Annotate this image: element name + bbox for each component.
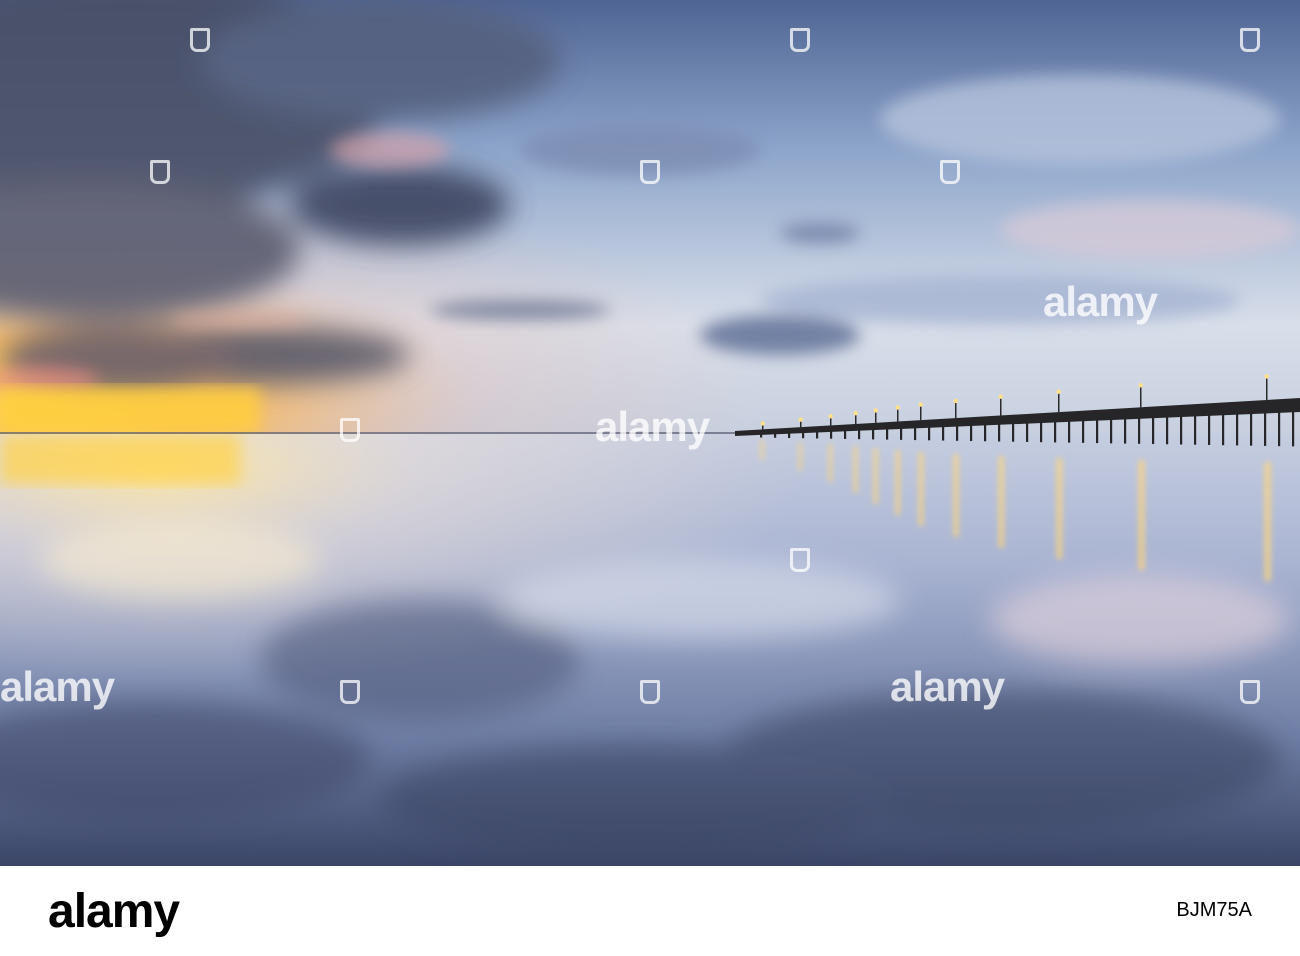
lamp-light — [895, 405, 900, 410]
lamp-reflection — [828, 444, 833, 482]
pier-piling — [942, 422, 945, 441]
pier-piling — [1166, 409, 1169, 445]
lamp-light — [918, 402, 923, 407]
watermark-mark-icon — [1240, 680, 1260, 704]
pier-piling — [900, 425, 903, 440]
watermark: alamy — [1043, 278, 1158, 325]
lamp-reflection — [953, 454, 959, 537]
lamp-light — [1056, 389, 1061, 394]
pier-piling — [956, 422, 959, 441]
pier-piling — [1180, 409, 1183, 445]
lamp-light — [1138, 383, 1143, 388]
watermark: alamy — [0, 663, 115, 710]
pier-piling — [1194, 408, 1197, 445]
photograph: alamy alamy alamy alamy — [0, 0, 1300, 866]
pier-piling — [1236, 405, 1239, 446]
pier-piling — [858, 427, 861, 440]
pier-piling — [844, 428, 847, 439]
pier-piling — [886, 426, 889, 440]
pier-piling — [1082, 414, 1085, 443]
lamp-reflection — [1056, 458, 1063, 559]
watermark-mark-icon — [1240, 28, 1260, 52]
lamp-light — [760, 421, 765, 426]
lamp-reflection — [918, 452, 924, 526]
watermark-mark-icon — [940, 160, 960, 184]
pier-piling — [914, 424, 917, 441]
pier-piling — [1152, 410, 1155, 445]
watermark-mark-icon — [340, 418, 360, 442]
pier-piling — [830, 429, 833, 439]
lamp-light — [798, 417, 803, 422]
watermark-mark-icon — [640, 680, 660, 704]
pier-piling — [802, 431, 805, 439]
lamp-light — [998, 394, 1003, 399]
lamp-reflection — [760, 440, 764, 460]
pier-piling — [1208, 407, 1211, 445]
watermark-mark-icon — [150, 160, 170, 184]
pier-piling — [1264, 404, 1267, 446]
pier-piling — [1054, 416, 1057, 443]
pier-piling — [1292, 402, 1295, 447]
pier-piling — [1250, 404, 1253, 446]
lamp-reflection — [1138, 460, 1145, 570]
lamp-post — [920, 404, 922, 421]
pier-piling — [788, 431, 791, 439]
lamp-post — [1266, 376, 1268, 400]
lamp-post — [955, 400, 957, 419]
watermark-mark-icon — [790, 28, 810, 52]
lamp-reflection — [853, 446, 858, 493]
watermark-mark-icon — [640, 160, 660, 184]
lamp-light — [828, 414, 833, 419]
image-id: BJM75A — [1176, 899, 1252, 921]
pier-piling — [1222, 406, 1225, 446]
pier-piling — [1278, 403, 1281, 447]
lamp-reflection — [1264, 462, 1271, 581]
stock-footer: alamy BJM75A — [0, 866, 1300, 956]
watermark-mark-icon — [340, 680, 360, 704]
pier-piling — [984, 420, 987, 442]
pier-piling — [872, 426, 875, 440]
pier-piling — [1068, 415, 1071, 443]
lamp-reflection — [895, 450, 900, 515]
watermark: alamy — [595, 403, 710, 450]
pier-piling — [1026, 418, 1029, 442]
pier-piling — [760, 433, 763, 438]
watermark-mark-icon — [190, 28, 210, 52]
lamp-light — [1264, 374, 1269, 379]
lamp-light — [873, 408, 878, 413]
lamp-post — [1000, 396, 1002, 416]
pier-piling — [1012, 418, 1015, 442]
pier-piling — [970, 421, 973, 442]
pier-piling — [928, 423, 931, 441]
pier-piling — [1110, 413, 1113, 444]
watermark-mark-icon — [790, 548, 810, 572]
pier-piling — [998, 419, 1001, 442]
lamp-light — [953, 398, 958, 404]
pier-piling — [816, 430, 819, 439]
pier-piling — [1124, 412, 1127, 444]
pier-piling — [1040, 417, 1043, 443]
alamy-logo: alamy — [48, 885, 180, 938]
lamp-reflection — [798, 442, 802, 471]
pier-piling — [1138, 411, 1141, 444]
lamp-light — [853, 410, 858, 416]
lamp-reflection — [998, 456, 1004, 548]
pier-piling — [774, 432, 777, 438]
lamp-post — [1058, 391, 1060, 413]
lamp-reflection — [873, 448, 878, 504]
pier-piling — [1096, 413, 1099, 444]
watermark: alamy — [890, 663, 1005, 710]
lamp-post — [1140, 385, 1142, 408]
